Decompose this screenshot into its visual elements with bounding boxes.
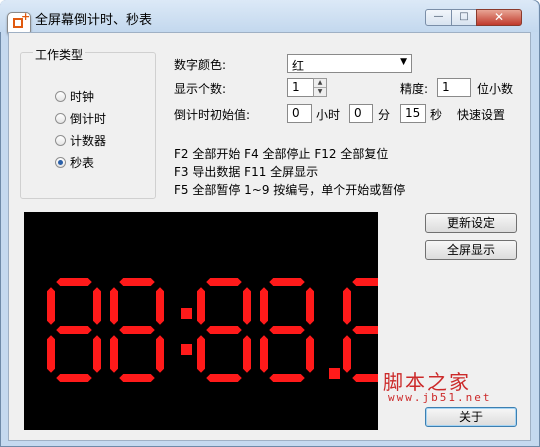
radio-stopwatch[interactable]: 秒表: [55, 154, 94, 170]
digit-1-seg-b: [155, 285, 165, 327]
digit-0-seg-c: [92, 333, 102, 375]
colon-bottom-dot: [181, 344, 192, 355]
decimal-point: [329, 368, 340, 379]
spin-down-icon[interactable]: ▼: [314, 88, 326, 96]
digit-0-seg-f: [46, 285, 56, 327]
digit-color-label: 数字颜色:: [174, 58, 227, 72]
about-button[interactable]: 关于: [425, 407, 517, 427]
hours-unit: 小时: [316, 108, 341, 122]
radio-stopwatch-indicator[interactable]: [55, 156, 66, 168]
seconds-input[interactable]: 15: [400, 104, 426, 123]
radio-counter-indicator[interactable]: [55, 134, 66, 146]
digit-2-seg-a: [204, 277, 244, 287]
watermark-url: www.jb51.net: [388, 391, 492, 404]
countdown-init-label: 倒计时初始值:: [174, 108, 251, 122]
display-count-input[interactable]: 1: [287, 78, 314, 97]
digit-4-seg-e: [342, 333, 352, 375]
digit-0-seg-e: [46, 333, 56, 375]
digit-2-seg-f: [196, 285, 206, 327]
close-button[interactable]: ✕: [476, 9, 522, 26]
digit-0-seg-a: [54, 277, 94, 287]
digit-1-seg-g: [117, 325, 157, 335]
digit-color-value: 红: [292, 59, 305, 73]
update-settings-button[interactable]: 更新设定: [425, 213, 517, 233]
digit-2-seg-d: [204, 373, 244, 383]
digit-1-seg-e: [109, 333, 119, 375]
digit-3-seg-g: [267, 325, 307, 335]
digit-2-seg-g: [204, 325, 244, 335]
digit-3-seg-f: [259, 285, 269, 327]
digit-3-seg-d: [267, 373, 307, 383]
digit-0-seg-d: [54, 373, 94, 383]
digit-3-seg-c: [305, 333, 315, 375]
digit-3-seg-a: [267, 277, 307, 287]
digit-2-seg-c: [242, 333, 252, 375]
colon-top-dot: [181, 308, 192, 319]
digit-4-seg-g: [350, 325, 390, 335]
radio-countdown-indicator[interactable]: [55, 112, 66, 124]
radio-clock-indicator[interactable]: [55, 90, 66, 102]
app-icon-plus: +: [21, 10, 31, 23]
digit-4-seg-f: [342, 285, 352, 327]
precision-label: 精度:: [400, 82, 429, 96]
timer-display: [24, 212, 398, 430]
precision-input[interactable]: 1: [437, 78, 471, 97]
radio-clock-label: 时钟: [70, 89, 95, 104]
digit-0-seg-g: [54, 325, 94, 335]
digit-3-seg-e: [259, 333, 269, 375]
maximize-button[interactable]: □: [451, 9, 477, 26]
hours-input[interactable]: 0: [287, 104, 312, 123]
digit-color-select[interactable]: 红 ▼: [287, 54, 412, 73]
help-line-1: F2 全部开始 F4 全部停止 F12 全部复位: [174, 147, 389, 161]
seconds-unit: 秒: [430, 108, 443, 122]
minutes-unit: 分: [378, 108, 391, 122]
digit-1-seg-f: [109, 285, 119, 327]
work-type-label: 工作类型: [33, 46, 86, 63]
radio-stopwatch-label: 秒表: [70, 155, 95, 170]
digit-4-seg-d: [350, 373, 390, 383]
radio-counter-label: 计数器: [70, 133, 107, 148]
digit-1-seg-d: [117, 373, 157, 383]
digit-0-seg-b: [92, 285, 102, 327]
help-line-3: F5 全部暂停 1~9 按编号，单个开始或暂停: [174, 183, 406, 197]
digit-2-seg-e: [196, 333, 206, 375]
display-count-label: 显示个数:: [174, 82, 227, 96]
radio-countdown[interactable]: 倒计时: [55, 110, 106, 126]
digit-1-seg-a: [117, 277, 157, 287]
minutes-input[interactable]: 0: [349, 104, 373, 123]
digit-3-seg-b: [305, 285, 315, 327]
display-count-spinner[interactable]: ▲ ▼: [313, 78, 327, 97]
seven-segment-readout: [46, 277, 398, 383]
chevron-down-icon: ▼: [400, 57, 407, 67]
window-title: 全屏幕倒计时、秒表: [35, 13, 153, 28]
digit-4-seg-a: [350, 277, 390, 287]
radio-countdown-label: 倒计时: [70, 111, 107, 126]
decimals-label: 位小数: [477, 82, 514, 96]
quick-settings-link[interactable]: 快速设置: [457, 106, 505, 123]
spin-up-icon[interactable]: ▲: [314, 79, 326, 88]
help-line-2: F3 导出数据 F11 全屏显示: [174, 165, 319, 179]
digit-1-seg-c: [155, 333, 165, 375]
minimize-button[interactable]: —: [425, 9, 452, 26]
radio-clock[interactable]: 时钟: [55, 88, 94, 104]
radio-counter[interactable]: 计数器: [55, 132, 106, 148]
digit-2-seg-b: [242, 285, 252, 327]
fullscreen-button[interactable]: 全屏显示: [425, 240, 517, 260]
